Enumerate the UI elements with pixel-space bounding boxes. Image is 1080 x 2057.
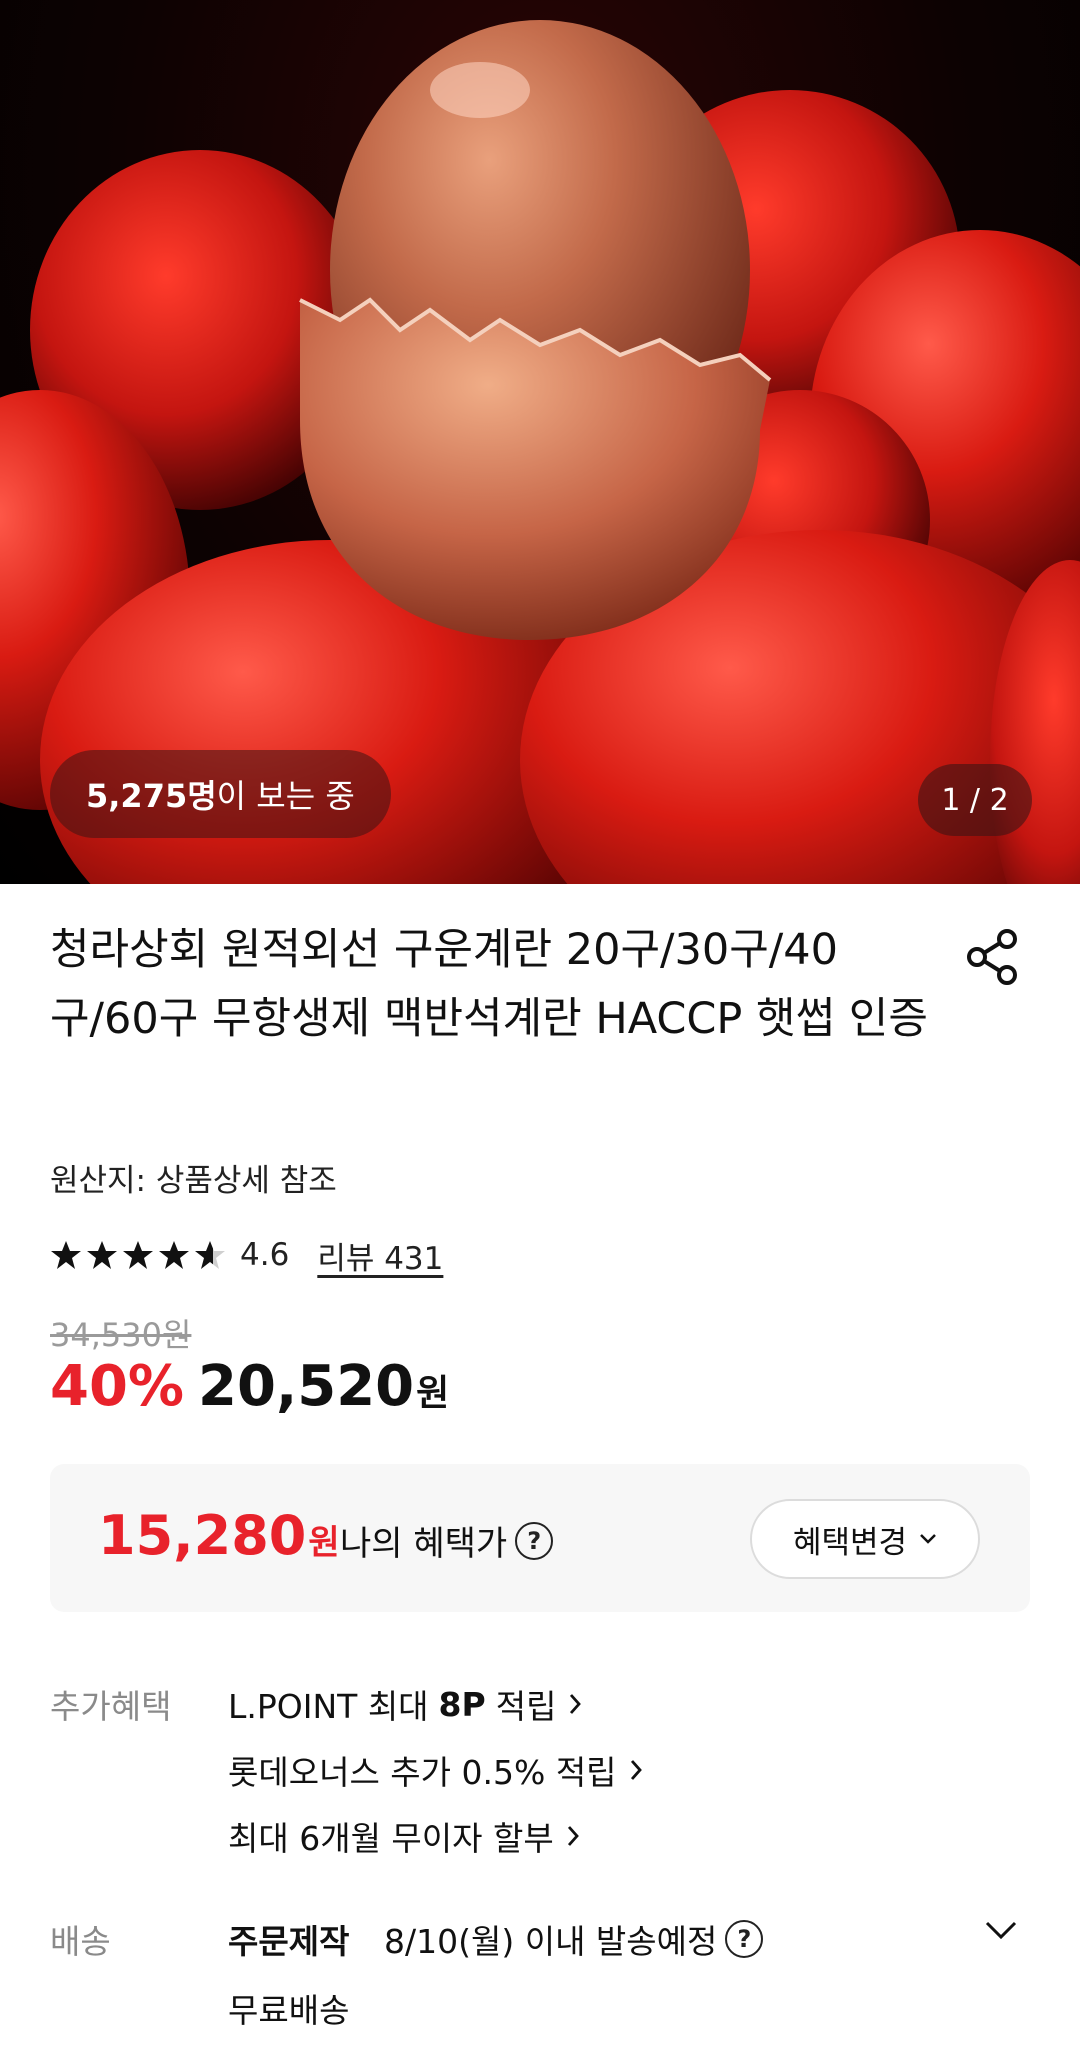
image-page-indicator: 1 / 2	[918, 764, 1032, 836]
chevron-right-icon	[570, 1694, 582, 1714]
delivery-label: 배송	[50, 1922, 111, 1961]
extra-benefits-label: 추가혜택	[50, 1687, 172, 1726]
lpoint-points: 8P	[438, 1684, 486, 1724]
sale-price: 20,520	[198, 1354, 415, 1419]
delivery-date: 8/10(월) 이내 발송예정 ?	[384, 1915, 764, 1963]
benefit-item-lpoint[interactable]: L.POINT 최대 8P 적립	[228, 1680, 582, 1728]
product-image[interactable]: 5,275명 이 보는 중 1 / 2	[0, 0, 1080, 884]
origin-info: 원산지: 상품상세 참조	[50, 1163, 337, 1199]
chevron-right-icon	[630, 1760, 642, 1780]
star-rating	[50, 1239, 230, 1271]
viewer-suffix: 이 보는 중	[216, 777, 355, 815]
discount-rate: 40%	[50, 1354, 185, 1419]
benefit-price-box: 15,280 원 나의 혜택가 ? 혜택변경	[50, 1464, 1030, 1612]
lotte-owners-text: 롯데오너스 추가 0.5% 적립	[228, 1753, 617, 1792]
viewer-count-badge: 5,275명 이 보는 중	[50, 750, 391, 838]
chevron-right-icon	[567, 1826, 579, 1846]
delivery-method: 주문제작	[228, 1922, 350, 1961]
sale-price-unit: 원	[416, 1373, 450, 1414]
star-icon	[87, 1241, 117, 1269]
chevron-down-icon	[920, 1534, 936, 1544]
rating-value: 4.6	[240, 1237, 290, 1273]
benefit-item-lotte-owners[interactable]: 롯데오너스 추가 0.5% 적립	[228, 1746, 643, 1794]
star-icon	[159, 1241, 189, 1269]
viewer-count: 5,275명	[86, 777, 217, 815]
price-row: 40% 20,520 원	[50, 1354, 449, 1419]
original-price: 34,530원	[50, 1316, 192, 1354]
delivery-fee: 무료배송	[228, 1991, 350, 2030]
lpoint-prefix: L.POINT 최대	[228, 1687, 429, 1726]
delivery-help-icon[interactable]: ?	[725, 1920, 764, 1958]
lpoint-suffix: 적립	[495, 1687, 557, 1726]
benefit-price-unit: 원	[308, 1523, 340, 1563]
review-link[interactable]: 리뷰 431	[317, 1233, 443, 1278]
rating-row: 4.6 리뷰 431	[50, 1232, 443, 1278]
change-benefit-label: 혜택변경	[792, 1524, 908, 1561]
benefit-price-value: 15,280	[98, 1504, 307, 1567]
change-benefit-button[interactable]: 혜택변경	[750, 1499, 980, 1579]
chevron-down-icon[interactable]	[984, 1920, 1018, 1942]
benefit-item-installment[interactable]: 최대 6개월 무이자 할부	[228, 1812, 580, 1860]
product-title: 청라상회 원적외선 구운계란 20구/30구/40구/60구 무항생제 맥반석계…	[50, 925, 928, 1044]
star-icon	[51, 1241, 81, 1269]
help-icon[interactable]: ?	[515, 1521, 554, 1560]
installment-text: 최대 6개월 무이자 할부	[228, 1819, 554, 1858]
star-icon	[123, 1241, 153, 1269]
star-icon	[195, 1241, 225, 1269]
share-icon[interactable]	[964, 928, 1022, 986]
benefit-price: 15,280 원	[98, 1504, 340, 1567]
benefit-label-text: 나의 혜택가	[340, 1524, 508, 1564]
delivery-date-text: 8/10(월) 이내 발송예정	[384, 1922, 718, 1961]
benefit-label: 나의 혜택가 ?	[340, 1516, 554, 1565]
